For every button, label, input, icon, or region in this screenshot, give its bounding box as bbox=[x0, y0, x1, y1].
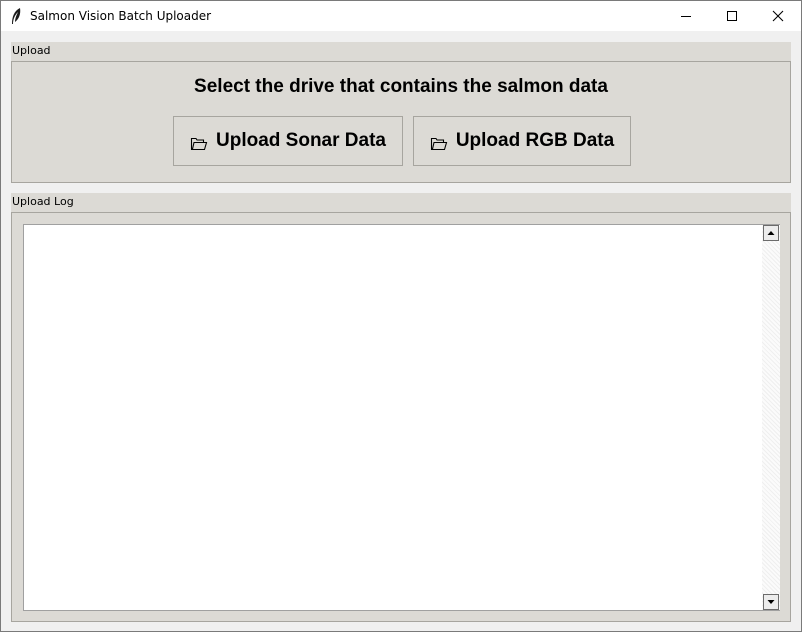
close-button[interactable] bbox=[755, 1, 801, 31]
log-panel bbox=[11, 212, 791, 622]
feather-icon bbox=[1, 1, 31, 31]
window-title: Salmon Vision Batch Uploader bbox=[30, 9, 212, 23]
log-section-label: Upload Log bbox=[11, 193, 791, 212]
upload-sonar-label: Upload Sonar Data bbox=[216, 130, 386, 151]
upload-prompt: Select the drive that contains the salmo… bbox=[194, 76, 608, 97]
maximize-button[interactable] bbox=[709, 1, 755, 31]
upload-section-label: Upload bbox=[11, 42, 791, 61]
maximize-icon bbox=[727, 11, 737, 21]
close-icon bbox=[772, 10, 784, 22]
minimize-icon bbox=[681, 16, 691, 17]
log-scrollbar[interactable] bbox=[762, 224, 780, 611]
scroll-up-button[interactable] bbox=[763, 225, 779, 241]
upload-panel: Select the drive that contains the salmo… bbox=[11, 61, 791, 183]
title-bar[interactable]: Salmon Vision Batch Uploader bbox=[1, 1, 801, 31]
app-window: Salmon Vision Batch Uploader Upload Sele… bbox=[0, 0, 802, 632]
upload-rgb-button[interactable]: Upload RGB Data bbox=[413, 116, 631, 166]
folder-icon bbox=[190, 137, 208, 151]
client-area: Upload Select the drive that contains th… bbox=[1, 32, 801, 631]
scroll-down-button[interactable] bbox=[763, 594, 779, 610]
upload-sonar-button[interactable]: Upload Sonar Data bbox=[173, 116, 403, 166]
upload-rgb-label: Upload RGB Data bbox=[455, 130, 615, 151]
upload-log-text-area[interactable] bbox=[23, 224, 779, 611]
scroll-up-arrow-icon bbox=[767, 231, 775, 235]
window-controls bbox=[663, 1, 801, 31]
scroll-down-arrow-icon bbox=[767, 600, 775, 604]
folder-icon bbox=[430, 137, 448, 151]
minimize-button[interactable] bbox=[663, 1, 709, 31]
